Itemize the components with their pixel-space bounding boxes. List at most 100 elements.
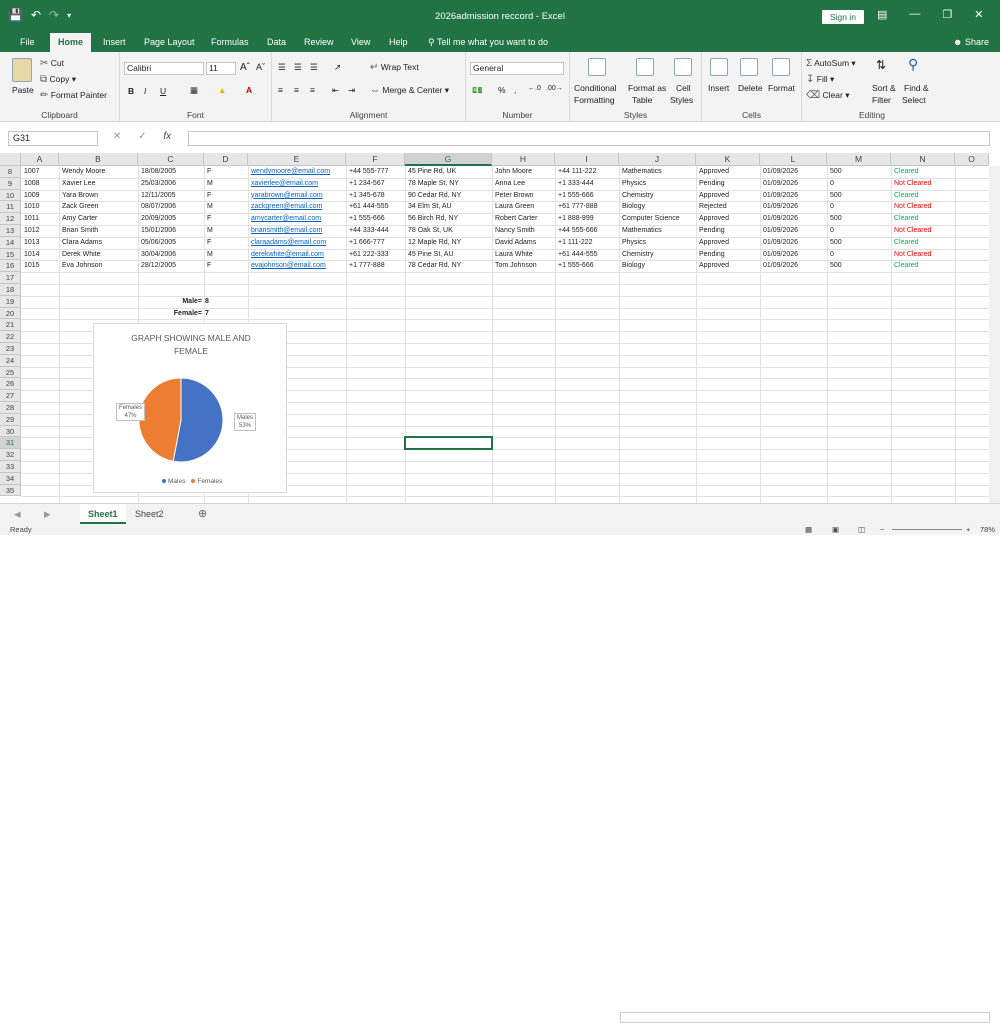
table-cell[interactable]: 1015 xyxy=(24,260,58,271)
accounting-format-icon[interactable]: 💵 xyxy=(472,85,483,96)
table-cell[interactable]: 01/09/2026 xyxy=(763,225,826,236)
table-cell[interactable]: M xyxy=(207,225,247,236)
row-header-13[interactable]: 13 xyxy=(0,225,21,237)
table-cell[interactable]: Cleared xyxy=(894,190,954,201)
tell-me-search[interactable]: ⚲ Tell me what you want to do xyxy=(428,37,548,48)
table-cell[interactable]: M xyxy=(207,249,247,260)
row-header-27[interactable]: 27 xyxy=(0,390,21,402)
table-cell[interactable]: 0 xyxy=(830,249,890,260)
cancel-icon[interactable]: ✕ xyxy=(113,131,121,142)
table-cell[interactable]: 01/09/2026 xyxy=(763,237,826,248)
decrease-indent-icon[interactable]: ⇤ xyxy=(332,85,339,96)
email-link[interactable]: derekwhite@email.com xyxy=(251,249,345,260)
normal-view-icon[interactable]: ▦ xyxy=(805,525,812,534)
table-cell[interactable]: Anna Lee xyxy=(495,178,554,189)
tab-view[interactable]: View xyxy=(351,37,370,47)
increase-indent-icon[interactable]: ⇥ xyxy=(348,85,355,96)
row-header-29[interactable]: 29 xyxy=(0,413,21,426)
table-cell[interactable]: +1 333-444 xyxy=(558,178,618,189)
row-header-19[interactable]: 19 xyxy=(0,295,21,308)
table-cell[interactable]: 78 Cedar Rd, NY xyxy=(408,260,491,271)
email-link[interactable]: amycarter@email.com xyxy=(251,213,345,224)
table-cell[interactable]: 45 Pine Rd, UK xyxy=(408,166,491,177)
row-header-17[interactable]: 17 xyxy=(0,272,21,284)
table-cell[interactable]: John Moore xyxy=(495,166,554,177)
sort-filter-button[interactable]: Sort & xyxy=(872,83,896,93)
email-link[interactable]: evajohnson@email.com xyxy=(251,260,345,271)
column-header-d[interactable]: D xyxy=(204,153,248,166)
table-cell[interactable]: 1014 xyxy=(24,249,58,260)
row-header-28[interactable]: 28 xyxy=(0,402,21,414)
find-select-button[interactable]: Find & xyxy=(904,83,929,93)
table-cell[interactable]: +1 555-666 xyxy=(558,260,618,271)
row-header-20[interactable]: 20 xyxy=(0,307,21,320)
row-header-24[interactable]: 24 xyxy=(0,354,21,367)
table-cell[interactable]: 18/08/2005 xyxy=(141,166,203,177)
table-cell[interactable]: 56 Birch Rd, NY xyxy=(408,213,491,224)
row-header-9[interactable]: 9 xyxy=(0,177,21,190)
row-header-16[interactable]: 16 xyxy=(0,260,21,273)
table-cell[interactable]: +61 444-555 xyxy=(558,249,618,260)
table-cell[interactable]: 0 xyxy=(830,178,890,189)
minimize-icon[interactable]: — xyxy=(909,8,920,21)
table-cell[interactable]: F xyxy=(207,260,247,271)
row-header-34[interactable]: 34 xyxy=(0,472,21,485)
sign-in-button[interactable]: Sign in xyxy=(822,10,864,24)
merge-center-button[interactable]: ⇔ Merge & Center ▾ xyxy=(370,85,449,96)
active-cell-g31[interactable] xyxy=(404,436,493,451)
add-sheet-icon[interactable]: ⊕ xyxy=(198,507,207,520)
table-cell[interactable]: 1007 xyxy=(24,166,58,177)
fill-color-icon[interactable]: ▲ xyxy=(218,85,226,95)
page-layout-view-icon[interactable]: ▣ xyxy=(832,525,839,534)
paste-button[interactable]: Paste xyxy=(12,85,34,95)
underline-button[interactable]: U xyxy=(160,86,166,96)
table-cell[interactable]: Cleared xyxy=(894,166,954,177)
tab-home[interactable]: Home xyxy=(50,33,92,52)
column-header-l[interactable]: L xyxy=(760,153,827,166)
table-cell[interactable]: Yara Brown xyxy=(62,190,137,201)
column-header-h[interactable]: H xyxy=(492,153,555,166)
table-cell[interactable]: +44 555-666 xyxy=(558,225,618,236)
decrease-decimal-icon[interactable]: .00→ xyxy=(546,85,563,92)
table-cell[interactable]: +61 444-555 xyxy=(349,201,404,212)
table-cell[interactable]: Mathematics xyxy=(622,225,695,236)
row-header-11[interactable]: 11 xyxy=(0,201,21,214)
table-cell[interactable]: +61 222-333 xyxy=(349,249,404,260)
format-painter-button[interactable]: ✏ Format Painter xyxy=(40,90,107,101)
summary-label[interactable]: Female= xyxy=(138,308,202,319)
grow-font-icon[interactable]: Aˆ xyxy=(240,62,250,73)
row-header-21[interactable]: 21 xyxy=(0,319,21,332)
table-cell[interactable]: 78 Maple St, NY xyxy=(408,178,491,189)
table-cell[interactable]: 34 Elm St, AU xyxy=(408,201,491,212)
table-cell[interactable]: Physics xyxy=(622,178,695,189)
summary-value[interactable]: 8 xyxy=(205,296,209,307)
table-cell[interactable]: David Adams xyxy=(495,237,554,248)
table-cell[interactable]: +61 777-888 xyxy=(558,201,618,212)
format-as-table-button[interactable]: Format as xyxy=(628,83,666,93)
table-cell[interactable]: +1 888-999 xyxy=(558,213,618,224)
table-cell[interactable]: Biology xyxy=(622,260,695,271)
tab-insert[interactable]: Insert xyxy=(103,37,126,47)
page-break-view-icon[interactable]: ◫ xyxy=(858,525,865,534)
shrink-font-icon[interactable]: Aˇ xyxy=(256,62,265,72)
row-header-31[interactable]: 31 xyxy=(0,437,21,450)
close-icon[interactable]: ✕ xyxy=(974,8,983,21)
table-cell[interactable]: 1009 xyxy=(24,190,58,201)
clear-button[interactable]: ⌫ Clear ▾ xyxy=(806,90,849,101)
cell-styles-button[interactable]: Cell xyxy=(676,83,691,93)
format-cells-button[interactable]: Format xyxy=(768,83,795,93)
table-cell[interactable]: M xyxy=(207,178,247,189)
align-left-icon[interactable]: ≡ xyxy=(278,85,283,95)
row-header-23[interactable]: 23 xyxy=(0,343,21,355)
tab-help[interactable]: Help xyxy=(389,37,408,47)
table-cell[interactable]: +1 555-666 xyxy=(558,190,618,201)
bottom-align-icon[interactable]: ☰ xyxy=(310,62,318,73)
sheet-tab-sheet2[interactable]: Sheet2 xyxy=(127,504,172,524)
scroll-sheets-left-icon[interactable]: ◀ xyxy=(14,509,21,520)
formula-input[interactable] xyxy=(188,131,990,146)
paste-icon[interactable] xyxy=(12,58,32,82)
zoom-in-icon[interactable]: + xyxy=(966,525,970,534)
table-cell[interactable]: +44 333-444 xyxy=(349,225,404,236)
table-cell[interactable]: 1010 xyxy=(24,201,58,212)
row-header-22[interactable]: 22 xyxy=(0,331,21,343)
